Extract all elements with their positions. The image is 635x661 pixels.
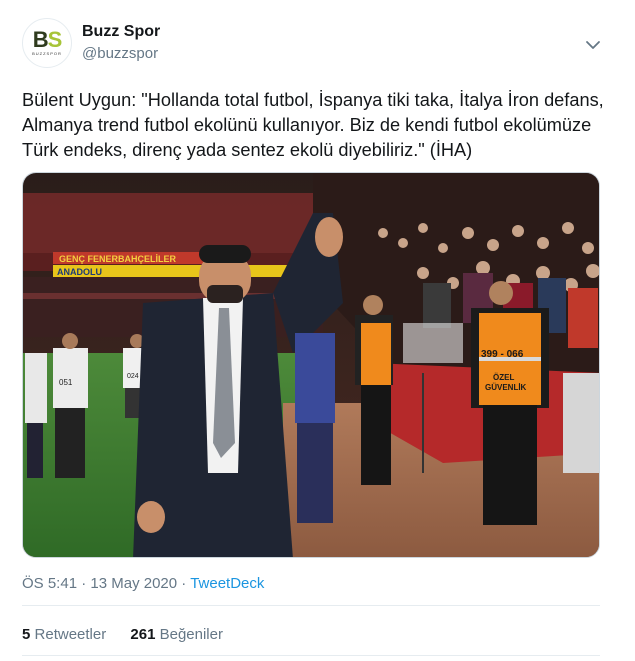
display-name[interactable]: Buzz Spor <box>82 23 160 41</box>
tweet-card: BS BUZZSPOR Buzz Spor @buzzspor Bülent U… <box>0 0 635 661</box>
tweet-photo[interactable]: GENÇ FENERBAHÇELİLER ANADOLU 051 024 399… <box>22 172 600 558</box>
likes-label: Beğeniler <box>159 626 223 643</box>
tweet-source-link[interactable]: TweetDeck <box>190 575 264 592</box>
tweet-text: Bülent Uygun: "Hollanda total futbol, İs… <box>22 90 604 160</box>
vest-label-2: GÜVENLİK <box>485 383 527 392</box>
stadium-photo: GENÇ FENERBAHÇELİLER ANADOLU 051 024 399… <box>23 173 599 557</box>
likes-count: 261 <box>130 626 156 643</box>
divider <box>22 605 600 606</box>
avatar-logo-sub: BUZZSPOR <box>32 51 62 56</box>
bib-number-2: 024 <box>127 373 139 380</box>
retweets-label: Retweetler <box>34 626 107 643</box>
meta-separator-2: · <box>177 575 191 592</box>
ad-board-text: ANADOLU <box>57 267 102 277</box>
tweet-meta: ÖS 5:41 · 13 May 2020 · TweetDeck <box>22 575 264 592</box>
bib-number-1: 051 <box>59 378 73 387</box>
avatar-logo: BS <box>32 27 63 52</box>
person-blue <box>295 333 335 523</box>
meta-separator: · <box>77 575 91 592</box>
retweets-count: 5 <box>22 626 31 643</box>
avatar[interactable]: BS BUZZSPOR <box>22 18 72 68</box>
divider-bottom <box>22 655 600 656</box>
glass-barrier <box>403 323 463 363</box>
tweet-stats: 5 Retweetler 261 Beğeniler <box>22 626 243 643</box>
likes-stat[interactable]: 261 Beğeniler <box>130 626 223 643</box>
tweet-date[interactable]: 13 May 2020 <box>90 575 177 592</box>
banner-text: GENÇ FENERBAHÇELİLER <box>59 254 177 264</box>
vest-label-1: ÖZEL <box>493 373 514 382</box>
chevron-down-icon[interactable] <box>584 36 602 54</box>
handle[interactable]: @buzzspor <box>82 45 158 62</box>
tweet-time[interactable]: ÖS 5:41 <box>22 575 77 592</box>
retweets-stat[interactable]: 5 Retweetler <box>22 626 106 643</box>
vest-number: 399 - 066 <box>481 349 524 360</box>
equipment-box <box>563 373 599 473</box>
